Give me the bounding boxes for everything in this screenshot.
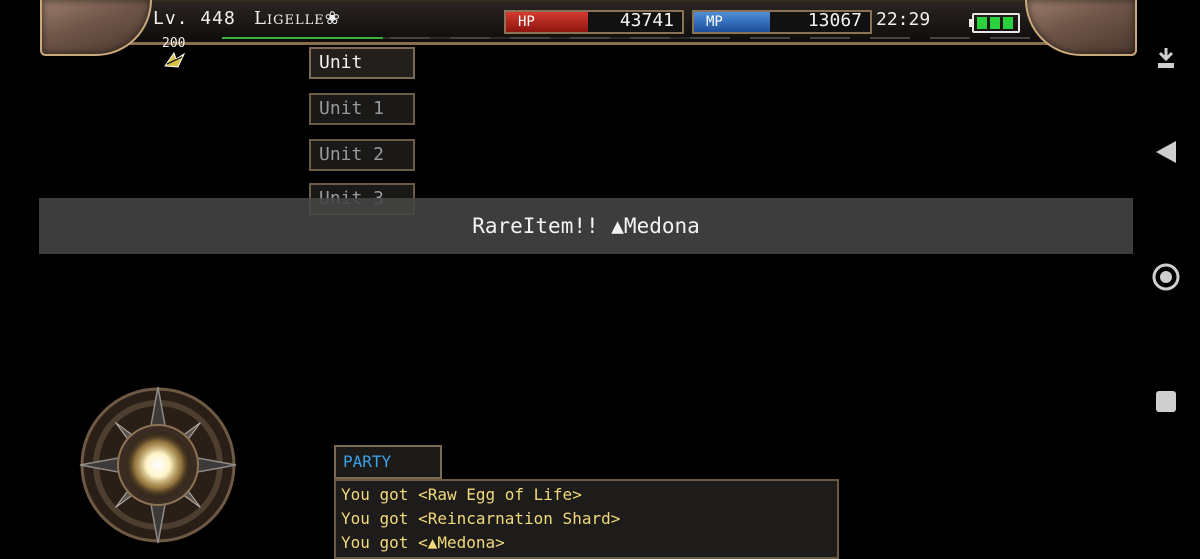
virtual-joystick[interactable] xyxy=(78,385,238,545)
mp-bar: MP 13067 xyxy=(692,10,872,34)
home-icon[interactable] xyxy=(1140,261,1192,293)
hud-ornament-right xyxy=(1025,0,1137,56)
hud-divider xyxy=(390,37,1030,39)
player-level: Lv. 448 xyxy=(153,8,236,29)
clock: 22:29 xyxy=(876,9,931,30)
mp-label: MP xyxy=(706,14,723,30)
chat-message: You got <Reincarnation Shard> xyxy=(341,509,621,528)
back-icon[interactable] xyxy=(1140,137,1192,167)
hud-ornament-left xyxy=(40,0,152,56)
hp-label: HP xyxy=(518,14,535,30)
unit-menu-button[interactable]: Unit xyxy=(309,47,415,79)
download-icon[interactable] xyxy=(1140,44,1192,74)
chat-message: You got <▲Medona> xyxy=(341,533,505,552)
player-name: Ligelle❀ xyxy=(254,8,341,29)
rare-item-banner: RareItem!! ▲Medona xyxy=(39,198,1133,254)
chat-message: You got <Raw Egg of Life> xyxy=(341,485,582,504)
recents-icon[interactable] xyxy=(1140,388,1192,416)
exp-bar-fill xyxy=(222,37,383,39)
unit-1-button[interactable]: Unit 1 xyxy=(309,93,415,125)
buff-count: 200 xyxy=(162,36,186,51)
hp-value: 43741 xyxy=(619,10,674,31)
mp-value: 13067 xyxy=(807,10,862,31)
buff-icon[interactable] xyxy=(162,50,188,70)
unit-2-button[interactable]: Unit 2 xyxy=(309,139,415,171)
chat-log[interactable]: You got <Raw Egg of Life> You got <Reinc… xyxy=(334,479,839,559)
hp-bar: HP 43741 xyxy=(504,10,684,34)
chat-tab-party[interactable]: PARTY xyxy=(334,445,442,479)
battery-icon xyxy=(969,13,1020,33)
